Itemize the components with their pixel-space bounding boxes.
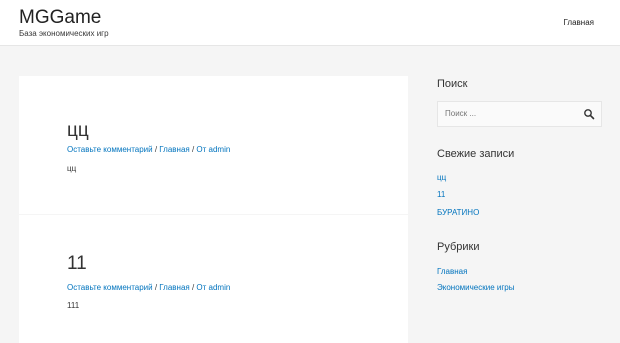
author-prefix: От (196, 283, 207, 292)
category-link[interactable]: Главная (159, 283, 189, 292)
category-link[interactable]: Экономические игры (437, 283, 514, 293)
post-title[interactable]: 11 (67, 253, 87, 275)
recent-post-link[interactable]: цц (437, 173, 446, 183)
post-excerpt: цц (67, 164, 77, 173)
nav-item-home[interactable]: Главная (564, 18, 594, 27)
comments-link[interactable]: Оставьте комментарий (67, 145, 153, 154)
post-meta: Оставьте комментарий / Главная / От admi… (67, 283, 230, 293)
categories-title: Рубрики (437, 241, 480, 253)
post-excerpt: 111 (67, 301, 80, 310)
recent-post-link[interactable]: БУРАТИНО (437, 208, 479, 218)
site-title[interactable]: MGGame (19, 8, 101, 28)
category-link[interactable]: Главная (159, 145, 189, 154)
search-icon[interactable] (583, 108, 595, 120)
author-prefix: От (196, 145, 207, 154)
recent-posts-title: Свежие записи (437, 148, 515, 160)
post-title[interactable]: цц (67, 120, 89, 142)
search-input[interactable] (445, 109, 575, 119)
search-form (437, 101, 602, 127)
comments-link[interactable]: Оставьте комментарий (67, 283, 153, 292)
recent-post-link[interactable]: 11 (437, 190, 445, 200)
author-link[interactable]: admin (209, 145, 231, 154)
site-header: MGGame База экономических игр Главная (0, 0, 620, 46)
author-link[interactable]: admin (209, 283, 231, 292)
post-card: 11 Оставьте комментарий / Главная / От a… (19, 215, 408, 343)
site-description: База экономических игр (19, 29, 109, 38)
post-card: цц Оставьте комментарий / Главная / От a… (19, 76, 408, 214)
search-widget-title: Поиск (437, 78, 468, 90)
category-link[interactable]: Главная (437, 267, 467, 277)
post-meta: Оставьте комментарий / Главная / От admi… (67, 145, 230, 155)
